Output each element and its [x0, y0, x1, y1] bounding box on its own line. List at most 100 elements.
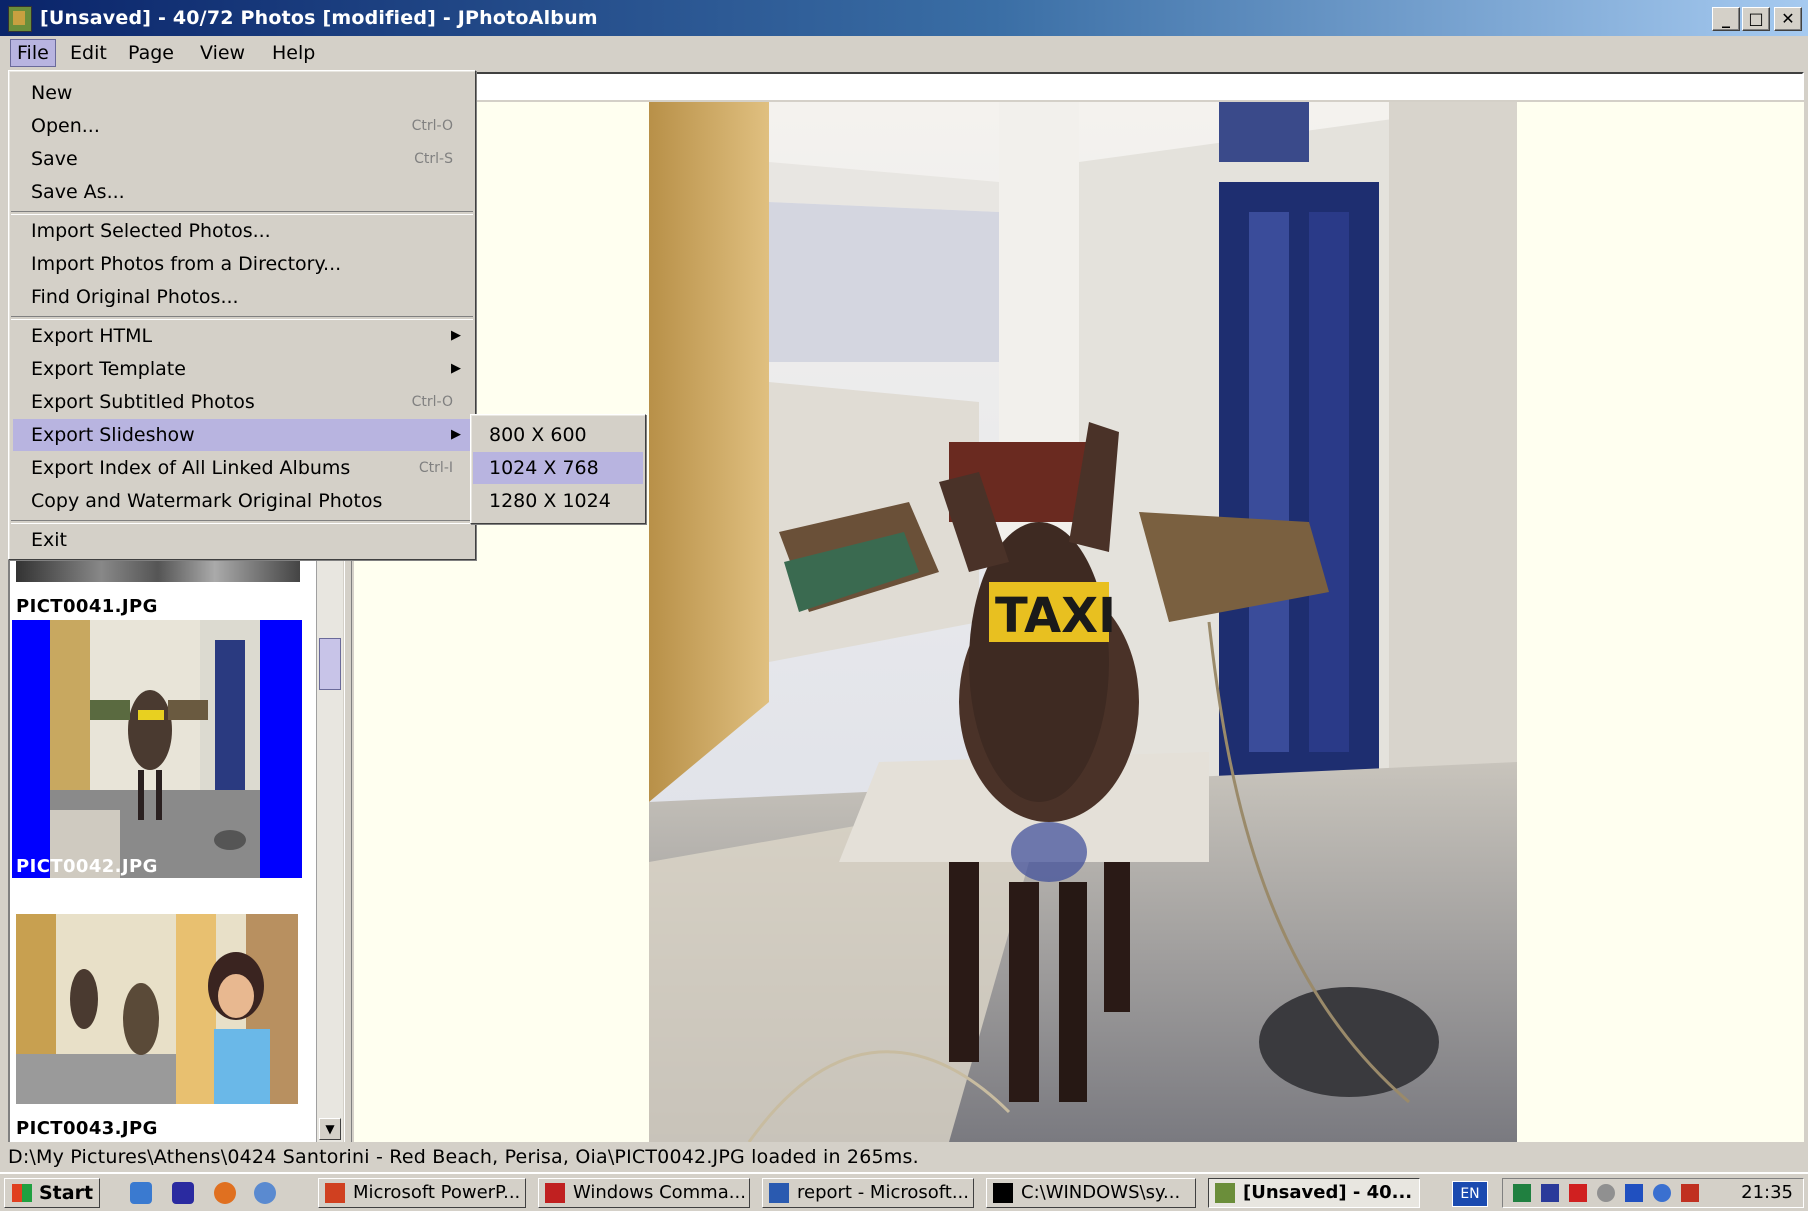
thumbnail-label: PICT0043.JPG [16, 1118, 158, 1139]
menu-bar: File Edit Page View Help [0, 36, 1808, 70]
start-button[interactable]: Start [4, 1178, 100, 1208]
menu-item-label: Export Index of All Linked Albums [31, 457, 351, 479]
shortcut-label: Ctrl-O [411, 118, 453, 134]
save-quicklaunch-icon[interactable] [172, 1182, 194, 1204]
taskbar-windows-commander[interactable]: Windows Comma... [538, 1178, 750, 1208]
task-label: Windows Comma... [573, 1182, 746, 1203]
menu-help[interactable]: Help [266, 40, 321, 66]
word-icon [769, 1183, 789, 1203]
task-label: report - Microsoft... [797, 1182, 969, 1203]
submenu-item-label: 800 X 600 [489, 424, 587, 446]
submenu-item-label: 1280 X 1024 [489, 490, 611, 512]
taskbar-jphotoalbum[interactable]: [Unsaved] - 40... [1208, 1178, 1420, 1208]
menu-item-label: Save As... [31, 181, 125, 203]
menu-item-label: Import Selected Photos... [31, 220, 271, 242]
submenu-arrow-icon: ▶ [451, 361, 461, 376]
thumbnail-pict0042-selected[interactable]: PICT0042.JPG [12, 620, 302, 878]
menu-item-save[interactable]: Save Ctrl-S [13, 143, 471, 175]
cmd-icon [993, 1183, 1013, 1203]
main-photo-donkey-taxi: TAXI [649, 102, 1517, 1142]
network-tray-icon[interactable] [1569, 1184, 1587, 1202]
thumbnail-image-pict0043[interactable] [16, 914, 298, 1104]
jphotoalbum-app-icon[interactable] [8, 6, 32, 32]
task-label: [Unsaved] - 40... [1243, 1182, 1413, 1203]
taskbar-clock[interactable]: 21:35 [1741, 1179, 1793, 1207]
shield-tray-icon[interactable] [1541, 1184, 1559, 1202]
close-button[interactable]: ✕ [1774, 7, 1802, 31]
scroll-down-arrow-icon[interactable]: ▼ [319, 1118, 341, 1140]
thumbnail-label: PICT0042.JPG [16, 856, 158, 877]
windows-flag-icon [12, 1184, 32, 1202]
menu-item-label: Find Original Photos... [31, 286, 239, 308]
volume-tray-icon[interactable] [1597, 1184, 1615, 1202]
menu-edit[interactable]: Edit [64, 40, 113, 66]
start-label: Start [39, 1182, 94, 1204]
menu-item-copy-watermark[interactable]: Copy and Watermark Original Photos [13, 485, 471, 517]
menu-item-label: Exit [31, 529, 67, 551]
ie-quicklaunch-icon[interactable] [130, 1182, 152, 1204]
menu-item-label: New [31, 82, 73, 104]
menu-item-label: Export Template [31, 358, 186, 380]
title-bar: [Unsaved] - 40/72 Photos [modified] - JP… [0, 0, 1808, 36]
photo-viewer[interactable]: TAXI [354, 102, 1804, 1142]
taskbar-word-report[interactable]: report - Microsoft... [762, 1178, 974, 1208]
thunderbird-quicklaunch-icon[interactable] [254, 1182, 276, 1204]
submenu-item-1280x1024[interactable]: 1280 X 1024 [473, 485, 643, 517]
windows-taskbar: Start Microsoft PowerP... Windows Comma.… [0, 1172, 1808, 1211]
powerpoint-icon [325, 1183, 345, 1203]
status-bar: D:\My Pictures\Athens\0424 Santorini - R… [0, 1142, 1808, 1172]
display-tray-icon[interactable] [1625, 1184, 1643, 1202]
thumbnail-image-pict0042 [50, 620, 260, 878]
update-tray-icon[interactable] [1653, 1184, 1671, 1202]
language-indicator[interactable]: EN [1452, 1181, 1488, 1207]
task-label: C:\WINDOWS\sy... [1021, 1182, 1181, 1203]
menu-page[interactable]: Page [122, 40, 180, 66]
window-title: [Unsaved] - 40/72 Photos [modified] - JP… [40, 7, 598, 29]
svg-text:TAXI: TAXI [995, 588, 1116, 644]
menu-item-label: Copy and Watermark Original Photos [31, 490, 383, 512]
taskbar-cmd[interactable]: C:\WINDOWS\sy... [986, 1178, 1196, 1208]
submenu-item-1024x768[interactable]: 1024 X 768 [473, 452, 643, 484]
slideshow-size-submenu: 800 X 600 1024 X 768 1280 X 1024 [470, 414, 646, 524]
file-menu-dropdown: New Open... Ctrl-O Save Ctrl-S Save As... … [8, 70, 476, 560]
shortcut-label: Ctrl-O [411, 394, 453, 410]
thumbnail-label: PICT0041.JPG [16, 596, 158, 617]
maximize-button[interactable]: □ [1742, 7, 1770, 31]
menu-item-exit[interactable]: Exit [13, 524, 471, 556]
menu-item-export-html[interactable]: Export HTML ▶ [13, 320, 471, 352]
menu-item-save-as[interactable]: Save As... [13, 176, 471, 208]
system-tray: 21:35 [1502, 1178, 1804, 1208]
menu-item-label: Import Photos from a Directory... [31, 253, 342, 275]
menu-item-label: Export HTML [31, 325, 153, 347]
perfmon-tray-icon[interactable] [1513, 1184, 1531, 1202]
submenu-arrow-icon: ▶ [451, 328, 461, 343]
firefox-quicklaunch-icon[interactable] [214, 1182, 236, 1204]
menu-item-export-slideshow[interactable]: Export Slideshow ▶ [13, 419, 471, 451]
menu-item-new[interactable]: New [13, 77, 471, 109]
menu-view[interactable]: View [194, 40, 251, 66]
menu-item-import-directory[interactable]: Import Photos from a Directory... [13, 248, 471, 280]
menu-item-open[interactable]: Open... Ctrl-O [13, 110, 471, 142]
menu-item-export-subtitled[interactable]: Export Subtitled Photos Ctrl-O [13, 386, 471, 418]
task-label: Microsoft PowerP... [353, 1182, 521, 1203]
menu-file[interactable]: File [10, 39, 56, 67]
menu-item-label: Save [31, 148, 78, 170]
menu-item-export-index[interactable]: Export Index of All Linked Albums Ctrl-I [13, 452, 471, 484]
commander-icon [545, 1183, 565, 1203]
taskbar-powerpoint[interactable]: Microsoft PowerP... [318, 1178, 526, 1208]
submenu-arrow-icon: ▶ [451, 427, 461, 442]
menu-item-import-selected[interactable]: Import Selected Photos... [13, 215, 471, 247]
menu-item-label: Export Slideshow [31, 424, 195, 446]
messenger-tray-icon[interactable] [1681, 1184, 1699, 1202]
jphotoalbum-icon [1215, 1183, 1235, 1203]
path-field[interactable] [470, 72, 1804, 100]
scrollbar-thumb[interactable] [319, 638, 341, 690]
submenu-item-800x600[interactable]: 800 X 600 [473, 419, 643, 451]
menu-item-label: Open... [31, 115, 100, 137]
menu-item-find-original[interactable]: Find Original Photos... [13, 281, 471, 313]
menu-item-export-template[interactable]: Export Template ▶ [13, 353, 471, 385]
shortcut-label: Ctrl-I [418, 460, 453, 476]
minimize-button[interactable]: _ [1712, 7, 1740, 31]
shortcut-label: Ctrl-S [414, 151, 453, 167]
submenu-item-label: 1024 X 768 [489, 457, 599, 479]
